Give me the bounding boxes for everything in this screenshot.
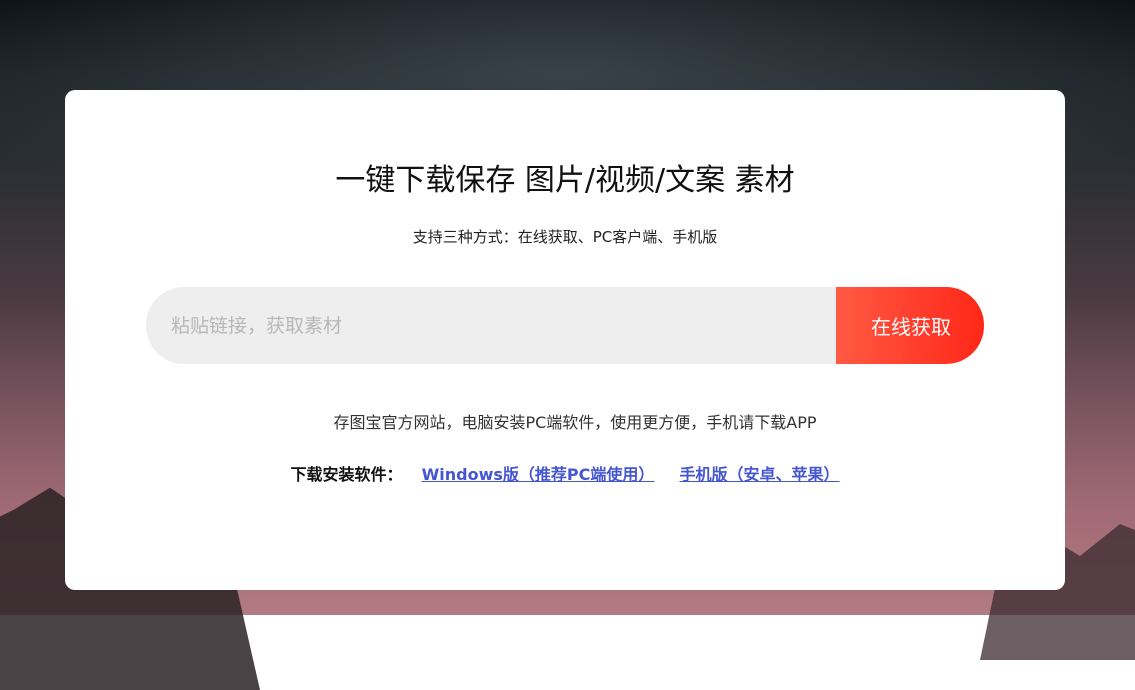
page-subtitle: 支持三种方式：在线获取、PC客户端、手机版 [412,228,718,246]
download-card: 一键下载保存 图片/视频/文案 素材 支持三种方式：在线获取、PC客户端、手机版… [65,90,1065,590]
link-search-bar: 在线获取 [146,287,984,364]
page-title: 一键下载保存 图片/视频/文案 素材 [335,163,795,198]
windows-download-link[interactable]: Windows版（推荐PC端使用） [422,465,655,484]
site-description: 存图宝官方网站，电脑安装PC端软件，使用更方便，手机请下载APP [333,413,817,432]
download-links: 下载安装软件： Windows版（推荐PC端使用） 手机版（安卓、苹果） [65,464,1065,486]
mobile-download-link[interactable]: 手机版（安卓、苹果） [679,465,839,484]
download-label: 下载安装软件： [290,465,403,484]
fetch-online-button[interactable]: 在线获取 [836,287,984,364]
link-input[interactable] [146,287,836,364]
